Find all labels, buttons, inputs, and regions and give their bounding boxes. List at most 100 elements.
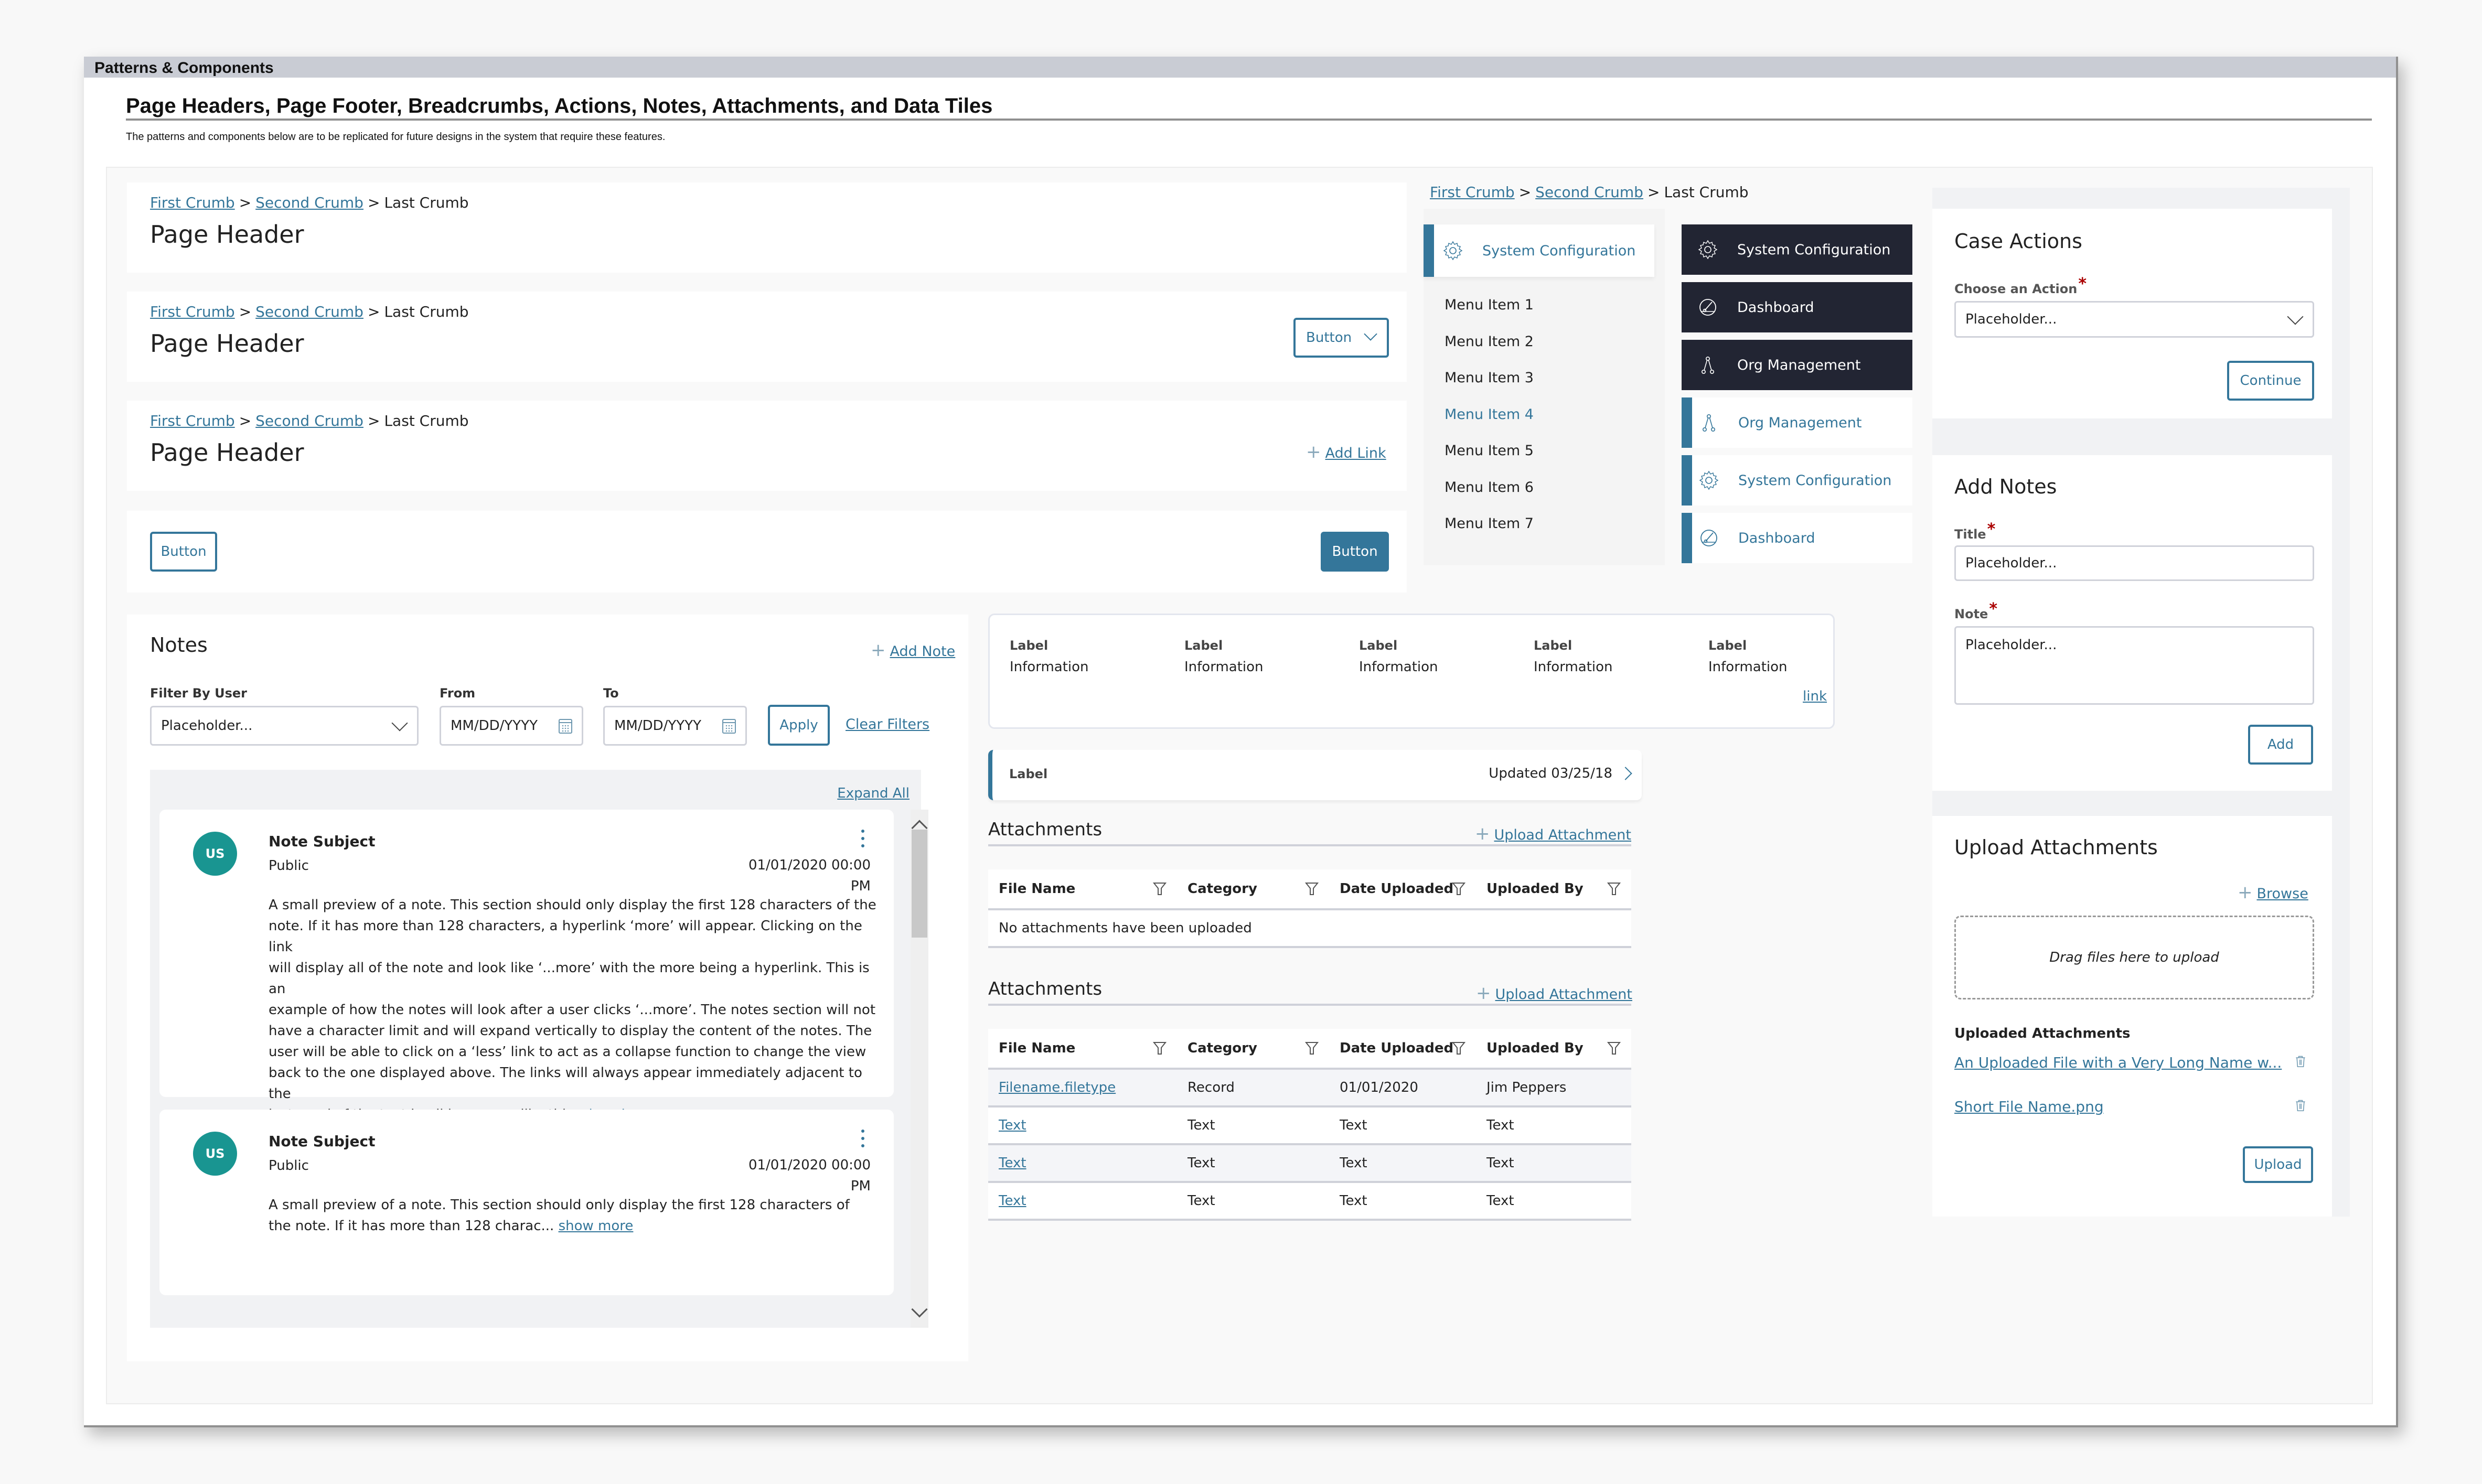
side-nav-header[interactable]: System Configuration xyxy=(1424,224,1654,277)
breadcrumb-first[interactable]: First Crumb xyxy=(150,303,235,320)
calendar-icon[interactable] xyxy=(558,718,573,735)
apply-filters-button[interactable]: Apply xyxy=(768,705,830,746)
breadcrumb-second[interactable]: Second Crumb xyxy=(255,303,363,320)
add-link[interactable]: + Add Link xyxy=(1306,442,1386,463)
upload-attachment-link[interactable]: + Upload Attachment xyxy=(1476,983,1632,1004)
more-options-icon[interactable] xyxy=(860,1130,865,1147)
column-header[interactable]: Uploaded By xyxy=(1476,881,1631,897)
breadcrumb-second[interactable]: Second Crumb xyxy=(1535,184,1643,201)
filter-funnel-icon[interactable] xyxy=(1153,881,1167,896)
column-header[interactable]: Date Uploaded xyxy=(1329,1040,1476,1056)
header-dropdown-button[interactable]: Button xyxy=(1293,318,1389,358)
table-cell: Filename.filetype xyxy=(988,1080,1177,1095)
browse-link[interactable]: + Browse xyxy=(2238,882,2308,903)
calendar-icon[interactable] xyxy=(721,718,737,735)
filter-funnel-icon[interactable] xyxy=(1452,881,1465,896)
file-dropzone[interactable]: Drag files here to upload xyxy=(1954,916,2314,999)
column-header[interactable]: File Name xyxy=(988,1040,1177,1056)
choose-action-select[interactable]: Placeholder... xyxy=(1954,301,2314,338)
add-note-label[interactable]: Add Note xyxy=(890,643,956,660)
more-options-icon[interactable] xyxy=(860,830,865,847)
nav-tile-dark[interactable]: System Configuration xyxy=(1682,224,1912,275)
upload-attachment-label[interactable]: Upload Attachment xyxy=(1494,827,1631,843)
table-cell: Text xyxy=(988,1155,1177,1171)
column-header-label: Uploaded By xyxy=(1486,1040,1584,1056)
table-cell: Text xyxy=(1329,1193,1476,1209)
data-tile-value: Information xyxy=(1534,659,1613,675)
data-tile-link[interactable]: link xyxy=(1803,689,1827,704)
nav-tile-dark[interactable]: Org Management xyxy=(1682,340,1912,390)
file-name-link[interactable]: Text xyxy=(999,1117,1026,1133)
breadcrumb-second[interactable]: Second Crumb xyxy=(255,194,363,211)
notes-scrollbar[interactable] xyxy=(911,810,928,1328)
add-note-submit-button[interactable]: Add xyxy=(2248,725,2313,765)
side-nav-item[interactable]: Menu Item 1 xyxy=(1445,297,1534,313)
table-cell: Record xyxy=(1177,1080,1329,1095)
secondary-button[interactable]: Button xyxy=(150,532,217,572)
data-tile-label: Label xyxy=(1184,638,1223,653)
status-tile[interactable]: Label Updated 03/25/18 xyxy=(988,750,1642,800)
expand-all-link[interactable]: Expand All xyxy=(837,786,910,801)
side-nav-item-active[interactable]: Menu Item 4 xyxy=(1445,406,1534,423)
column-header[interactable]: Category xyxy=(1177,881,1329,897)
clear-filters-link[interactable]: Clear Filters xyxy=(846,716,929,733)
side-nav-item[interactable]: Menu Item 6 xyxy=(1445,479,1534,496)
attachments-empty-table: File Name Category Date Uploaded Uploaded B… xyxy=(988,869,1631,948)
plus-icon: + xyxy=(1306,442,1321,463)
trash-icon[interactable] xyxy=(2294,1098,2307,1113)
upload-attachment-label[interactable]: Upload Attachment xyxy=(1495,986,1632,1003)
note-toggle-link[interactable]: show more xyxy=(559,1218,634,1234)
file-name-link[interactable]: Text xyxy=(999,1155,1026,1171)
breadcrumb-second[interactable]: Second Crumb xyxy=(255,412,363,429)
cell-value: Text xyxy=(1486,1193,1514,1209)
upload-button[interactable]: Upload xyxy=(2243,1146,2313,1183)
primary-button[interactable]: Button xyxy=(1321,532,1389,572)
filter-funnel-icon[interactable] xyxy=(1607,881,1621,896)
filter-funnel-icon[interactable] xyxy=(1607,1041,1621,1056)
nav-tile-light[interactable]: System Configuration xyxy=(1682,455,1912,506)
side-nav-item[interactable]: Menu Item 7 xyxy=(1445,515,1534,532)
scrollbar-thumb[interactable] xyxy=(912,830,927,938)
nav-tile-light[interactable]: Org Management xyxy=(1682,397,1912,448)
breadcrumb-first[interactable]: First Crumb xyxy=(150,194,235,211)
from-date-input[interactable]: MM/DD/YYYY xyxy=(440,706,583,746)
filter-funnel-icon[interactable] xyxy=(1452,1041,1465,1056)
uploaded-file-link[interactable]: An Uploaded File with a Very Long Name w… xyxy=(1954,1054,2282,1071)
breadcrumb-first[interactable]: First Crumb xyxy=(1430,184,1515,201)
column-header[interactable]: File Name xyxy=(988,881,1177,897)
browse-label[interactable]: Browse xyxy=(2257,886,2308,902)
trash-icon[interactable] xyxy=(2294,1054,2307,1069)
column-header[interactable]: Date Uploaded xyxy=(1329,881,1476,897)
cell-value: Text xyxy=(1187,1155,1215,1171)
column-header[interactable]: Uploaded By xyxy=(1476,1040,1631,1056)
continue-button[interactable]: Continue xyxy=(2227,361,2314,401)
note-body-textarea[interactable]: Placeholder... xyxy=(1954,626,2314,705)
filter-user-select[interactable]: Placeholder... xyxy=(150,706,419,746)
file-name-link[interactable]: Text xyxy=(999,1193,1026,1209)
nav-tile-dark[interactable]: Dashboard xyxy=(1682,282,1912,332)
file-name-link[interactable]: Filename.filetype xyxy=(999,1080,1116,1095)
breadcrumb-first[interactable]: First Crumb xyxy=(150,412,235,429)
add-note-link[interactable]: + Add Note xyxy=(871,640,955,661)
note-title-input[interactable]: Placeholder... xyxy=(1954,545,2314,581)
to-date-input[interactable]: MM/DD/YYYY xyxy=(603,706,747,746)
apply-button-label: Apply xyxy=(779,717,818,733)
filter-funnel-icon[interactable] xyxy=(1305,1041,1319,1056)
page-title: Page Header xyxy=(150,220,304,249)
uploaded-file-link[interactable]: Short File Name.png xyxy=(1954,1098,2104,1115)
scroll-down-icon[interactable] xyxy=(911,1301,928,1318)
window-titlebar: Patterns & Components xyxy=(84,57,2396,78)
side-nav-item[interactable]: Menu Item 3 xyxy=(1445,370,1534,386)
note-body: A small preview of a note. This section … xyxy=(269,1195,877,1236)
side-nav-item[interactable]: Menu Item 2 xyxy=(1445,334,1534,350)
nav-tile-light[interactable]: Dashboard xyxy=(1682,513,1912,563)
breadcrumb-separator: > xyxy=(239,194,252,211)
from-date-placeholder: MM/DD/YYYY xyxy=(451,718,538,734)
table-cell: Text xyxy=(988,1193,1177,1209)
side-nav-item[interactable]: Menu Item 5 xyxy=(1445,443,1534,459)
upload-attachment-link[interactable]: + Upload Attachment xyxy=(1475,823,1631,844)
add-link-label[interactable]: Add Link xyxy=(1325,445,1386,461)
column-header[interactable]: Category xyxy=(1177,1040,1329,1056)
filter-funnel-icon[interactable] xyxy=(1305,881,1319,896)
filter-funnel-icon[interactable] xyxy=(1153,1041,1167,1056)
